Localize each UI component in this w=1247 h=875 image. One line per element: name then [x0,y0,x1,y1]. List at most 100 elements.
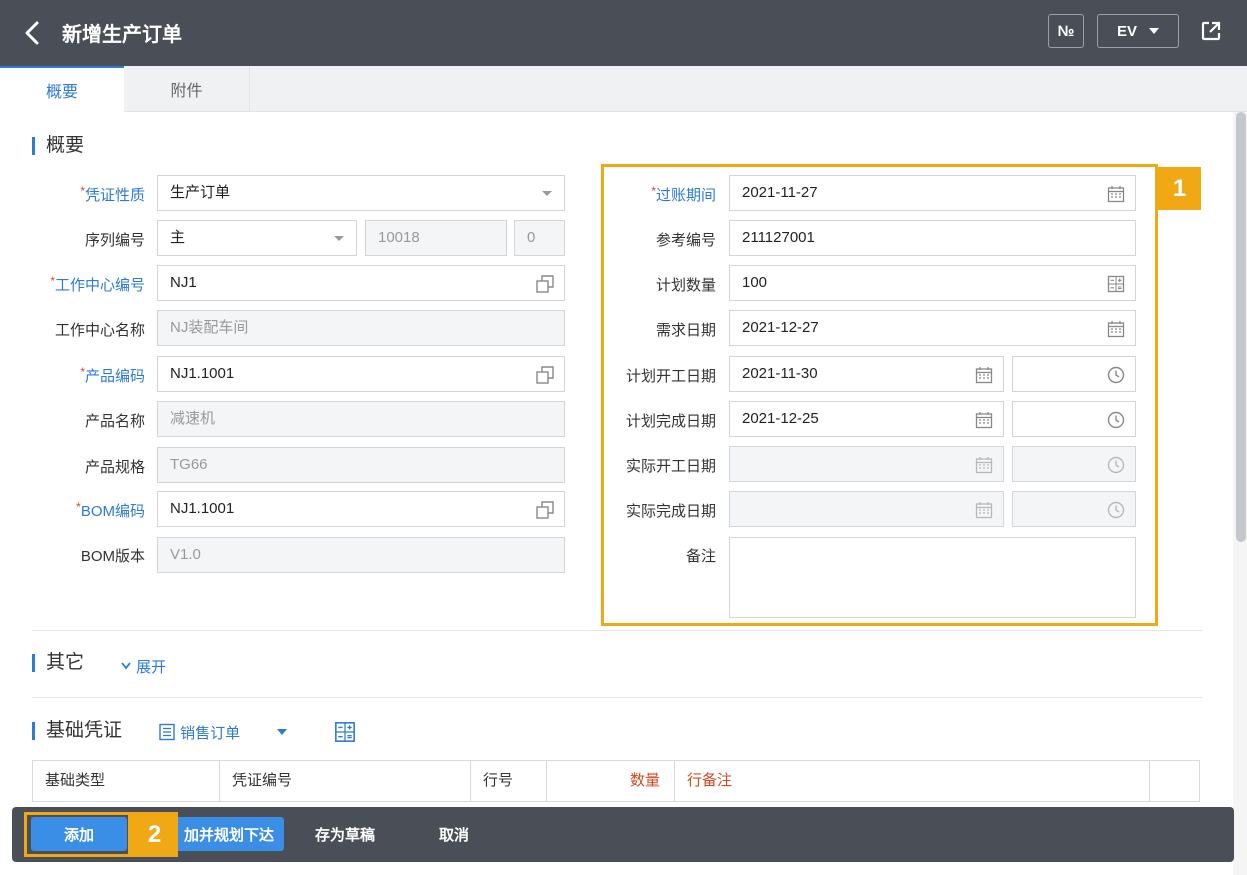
calendar-icon[interactable] [1107,185,1125,203]
callout-badge-2: 2 [131,812,178,857]
label-wc-name: 工作中心名称 [54,322,145,339]
label-planned-qty: 计划数量 [655,277,716,294]
calendar-icon [975,457,993,474]
language-label: EV [1116,22,1137,40]
label-plan-finish: 计划完成日期 [625,413,716,430]
highlight-box-2 [24,812,131,857]
label-serial: 序列编号 [84,232,145,249]
product-code-value: NJ1.1001 [170,365,235,382]
copy-icon[interactable] [536,275,554,293]
actual-finish-time-field [1012,491,1136,527]
plan-finish-time-input[interactable] [1012,401,1136,437]
divider [32,697,1202,698]
section-title-overview: 概要 [32,135,84,157]
voucher-type-select[interactable]: 生产订单 [157,175,565,211]
bom-version-field: V1.0 [157,537,565,573]
expand-link[interactable]: 展开 [120,656,166,677]
clock-icon [1107,456,1125,474]
actual-start-date-field [729,446,1004,482]
sales-order-label: 销售订单 [180,725,241,742]
sales-order-link[interactable]: 销售订单 [158,722,240,743]
cancel-button[interactable]: 取消 [414,817,494,851]
vertical-scrollbar[interactable] [1233,112,1247,875]
label-posting-period: *过账期间 [651,184,716,204]
calendar-icon[interactable] [1107,320,1125,338]
caret-down-icon [1149,28,1159,34]
chevron-down-icon [121,662,131,670]
wc-code-value: NJ1 [170,274,197,291]
chevron-down-icon [334,236,344,241]
actual-start-time-field [1012,446,1136,482]
plan-finish-value: 2021-12-25 [742,410,819,427]
serial-number-field: 10018 [365,220,507,256]
label-voucher-type: *凭证性质 [80,184,145,204]
section-title-base-voucher: 基础凭证 [32,720,122,742]
serial-value: 主 [170,229,186,246]
calendar-icon [975,502,993,519]
plan-finish-date-input[interactable]: 2021-12-25 [729,401,1004,437]
callout-badge-1: 1 [1158,167,1201,210]
demand-date-input[interactable]: 2021-12-27 [729,310,1136,346]
remark-textarea[interactable] [729,537,1136,618]
voucher-type-value: 生产订单 [170,184,231,201]
product-code-input[interactable]: NJ1.1001 [157,356,565,392]
serial-select[interactable]: 主 [157,220,357,256]
label-plan-start: 计划开工日期 [625,368,716,385]
tab-overview[interactable]: 概要 [0,66,124,112]
serial-suffix-field: 0 [514,220,565,256]
label-actual-start: 实际开工日期 [625,458,716,475]
tab-attachments[interactable]: 附件 [124,66,250,112]
top-bar: 新增生产订单 № EV [0,0,1247,66]
column-header-line-remark[interactable]: 行备注 [675,761,1150,801]
column-header-voucher-no[interactable]: 凭证编号 [220,761,471,801]
bom-code-input[interactable]: NJ1.1001 [157,491,565,527]
base-voucher-table: 基础类型 凭证编号 行号 数量 行备注 [32,760,1200,802]
label-remark: 备注 [685,548,716,565]
label-reference-no: 参考编号 [655,232,716,249]
label-product-spec: 产品规格 [84,459,145,476]
reference-no-input[interactable]: 211127001 [729,220,1136,256]
label-actual-finish: 实际完成日期 [625,503,716,520]
planned-qty-input[interactable]: 100 [729,265,1136,301]
add-plan-release-button[interactable]: 加并规划下达 [174,817,284,851]
posting-period-value: 2021-11-27 [742,184,818,201]
product-name-field: 减速机 [157,401,565,437]
section-title-other: 其它 [32,652,84,674]
calculator-icon[interactable] [1107,275,1125,293]
column-header-base-type[interactable]: 基础类型 [33,761,220,801]
back-icon[interactable] [22,19,44,47]
posting-period-input[interactable]: 2021-11-27 [729,175,1136,211]
bom-code-value: NJ1.1001 [170,500,235,517]
clock-icon[interactable] [1107,366,1125,384]
calculator-icon[interactable] [334,721,356,743]
planned-qty-value: 100 [742,274,768,291]
scrollbar-thumb[interactable] [1236,112,1246,542]
wc-code-input[interactable]: NJ1 [157,265,565,301]
label-product-name: 产品名称 [84,413,145,430]
column-header-quantity[interactable]: 数量 [547,761,675,801]
label-product-code: *产品编码 [80,365,145,385]
clock-icon [1107,501,1125,519]
wc-name-field: NJ装配车间 [157,310,565,346]
numbering-button[interactable]: № [1048,14,1084,48]
label-bom-code: *BOM编码 [76,500,145,520]
plan-start-time-input[interactable] [1012,356,1136,392]
save-draft-button[interactable]: 存为草稿 [300,817,390,851]
language-dropdown[interactable]: EV [1097,14,1179,48]
demand-date-value: 2021-12-27 [742,319,819,336]
plan-start-date-input[interactable]: 2021-11-30 [729,356,1004,392]
export-icon[interactable] [1199,19,1223,43]
product-spec-field: TG66 [157,447,565,483]
label-demand-date: 需求日期 [655,322,716,339]
action-bar: 加并规划下达 添加 存为草稿 取消 [12,807,1234,862]
clock-icon[interactable] [1107,411,1125,429]
label-bom-version: BOM版本 [80,548,145,565]
copy-icon[interactable] [536,501,554,519]
divider [32,630,1202,631]
calendar-icon[interactable] [975,411,993,429]
copy-icon[interactable] [536,366,554,384]
calendar-icon[interactable] [975,366,993,384]
page-title: 新增生产订单 [62,24,182,46]
caret-down-icon[interactable] [277,729,287,735]
column-header-line-no[interactable]: 行号 [471,761,547,801]
